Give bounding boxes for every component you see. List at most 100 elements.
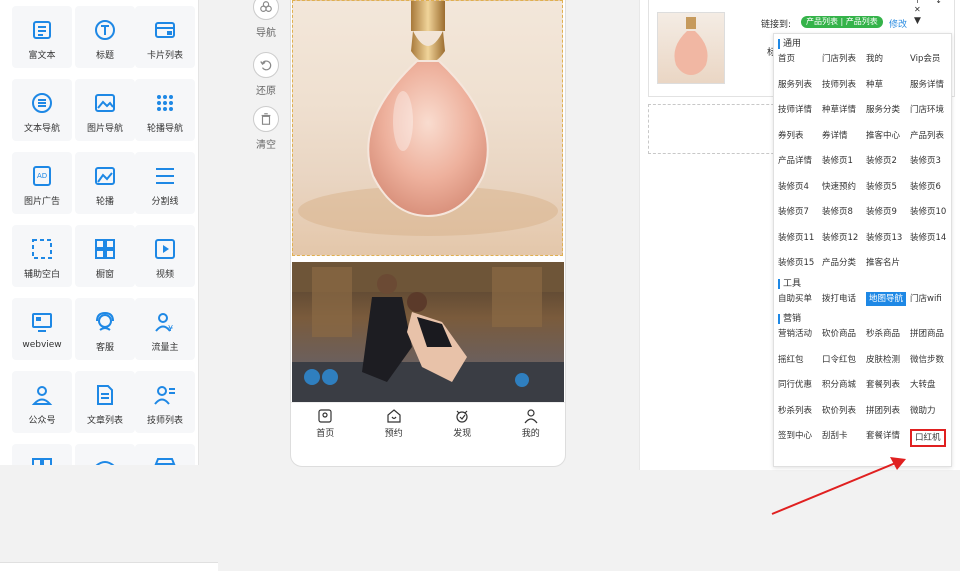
link-option[interactable]: 装修页1 <box>822 154 853 168</box>
link-option[interactable]: 拼团列表 <box>866 404 900 418</box>
widget-webview[interactable]: webview <box>12 298 72 360</box>
tab-label: 我的 <box>521 429 540 439</box>
link-option[interactable]: 券列表 <box>778 129 804 143</box>
link-option[interactable]: 摇红包 <box>778 353 804 367</box>
link-option[interactable]: 大转盘 <box>910 378 936 392</box>
link-option[interactable]: 装修页7 <box>778 205 809 219</box>
link-option[interactable]: 服务列表 <box>778 78 812 92</box>
link-option[interactable]: 技师列表 <box>822 78 856 92</box>
tab-label: 预约 <box>384 429 403 439</box>
chevron-down-icon[interactable]: ▼ <box>914 16 921 26</box>
link-option[interactable]: 首页 <box>778 52 795 66</box>
link-option[interactable]: 产品分类 <box>822 256 856 270</box>
widget-showcase[interactable]: 橱窗 <box>75 225 135 287</box>
link-option[interactable]: 技师详情 <box>778 103 812 117</box>
link-option[interactable]: 装修页14 <box>910 231 946 245</box>
link-option[interactable]: 拨打电话 <box>822 292 856 306</box>
widget-label: 标题 <box>95 51 114 61</box>
link-option[interactable]: 口红机 <box>910 429 946 447</box>
link-option[interactable]: 营销活动 <box>778 327 812 341</box>
link-option[interactable]: 秒杀列表 <box>778 404 812 418</box>
widget-carousel-nav[interactable]: 轮播导航 <box>135 79 195 141</box>
link-option[interactable]: 装修页3 <box>910 154 941 168</box>
link-option[interactable]: 装修页15 <box>778 256 814 270</box>
link-option[interactable]: 门店环境 <box>910 103 944 117</box>
link-option[interactable]: 积分商城 <box>822 378 856 392</box>
link-option[interactable]: 同行优惠 <box>778 378 812 392</box>
link-option[interactable]: 快速预约 <box>822 180 856 194</box>
link-option[interactable]: 装修页6 <box>910 180 941 194</box>
technician-list-icon <box>154 386 175 405</box>
link-option[interactable]: 装修页13 <box>866 231 902 245</box>
widget-video[interactable]: 视频 <box>135 225 195 287</box>
link-option[interactable]: 装修页4 <box>778 180 809 194</box>
link-option[interactable]: 推客名片 <box>866 256 900 270</box>
widget-carousel[interactable]: 轮播 <box>75 152 135 214</box>
link-to-label: 链接到: <box>761 20 792 30</box>
widget-technician-list[interactable]: 技师列表 <box>135 371 195 433</box>
link-option[interactable]: 装修页8 <box>822 205 853 219</box>
link-option[interactable]: 产品列表 <box>910 129 944 143</box>
nav-tool[interactable]: 导航 <box>252 0 280 39</box>
card-controls[interactable]: ↑ ↓ ✕ <box>914 0 954 14</box>
link-option[interactable]: 装修页11 <box>778 231 814 245</box>
tab-appointment[interactable]: 预约 <box>360 403 429 443</box>
widget-text-nav[interactable]: 文本导航 <box>12 79 72 141</box>
modify-link[interactable]: 修改 <box>889 17 907 30</box>
add-item-area[interactable] <box>648 104 784 154</box>
link-option[interactable]: 拼团商品 <box>910 327 944 341</box>
link-option[interactable]: 服务分类 <box>866 103 900 117</box>
link-option[interactable]: 装修页12 <box>822 231 858 245</box>
link-option[interactable]: 装修页2 <box>866 154 897 168</box>
perfume-banner-image[interactable] <box>292 0 563 256</box>
widget-rich-text[interactable]: 富文本 <box>12 6 72 68</box>
widget-image-nav[interactable]: 图片导航 <box>75 79 135 141</box>
fitness-photo[interactable] <box>292 262 564 402</box>
widget-customer-service[interactable]: 客服 <box>75 298 135 360</box>
widget-title[interactable]: 标题 <box>75 6 135 68</box>
clear-tool-label: 清空 <box>256 140 276 151</box>
tab-profile[interactable]: 我的 <box>497 403 566 443</box>
link-option[interactable]: 口令红包 <box>822 353 856 367</box>
link-option[interactable]: Vip会员 <box>910 52 940 66</box>
link-option[interactable]: 我的 <box>866 52 883 66</box>
link-option[interactable]: 皮肤检测 <box>866 353 900 367</box>
link-option[interactable]: 装修页10 <box>910 205 946 219</box>
link-option[interactable]: 微信步数 <box>910 353 944 367</box>
link-option[interactable]: 微助力 <box>910 404 936 418</box>
clear-tool[interactable]: 清空 <box>252 106 280 151</box>
link-option[interactable]: 种草 <box>866 78 883 92</box>
link-option[interactable]: 服务详情 <box>910 78 944 92</box>
widget-article-list[interactable]: 文章列表 <box>75 371 135 433</box>
link-option[interactable]: 门店列表 <box>822 52 856 66</box>
widget-blank-space[interactable]: 辅助空白 <box>12 225 72 287</box>
item-thumbnail[interactable] <box>657 12 725 84</box>
link-option[interactable]: 砍价列表 <box>822 404 856 418</box>
link-option[interactable]: 门店wifi <box>910 292 942 306</box>
text-nav-icon <box>32 93 52 113</box>
carousel-icon <box>95 167 115 185</box>
tab-home[interactable]: 首页 <box>291 403 360 443</box>
link-option[interactable]: 砍价商品 <box>822 327 856 341</box>
widget-shop-widget[interactable] <box>135 444 195 465</box>
widget-traffic-master[interactable]: ¥ 流量主 <box>135 298 195 360</box>
widget-store-widget[interactable] <box>75 444 135 465</box>
link-option[interactable]: 产品详情 <box>778 154 812 168</box>
undo-tool[interactable]: 还原 <box>252 52 280 97</box>
link-option[interactable]: 秒杀商品 <box>866 327 900 341</box>
tab-discover[interactable]: 发现 <box>428 403 497 443</box>
link-option[interactable]: 自助买单 <box>778 292 812 306</box>
link-option[interactable]: 券详情 <box>822 129 848 143</box>
widget-image-ad[interactable]: AD 图片广告 <box>12 152 72 214</box>
tab-label: 发现 <box>453 429 472 439</box>
widget-divider[interactable]: 分割线 <box>135 152 195 214</box>
link-option[interactable]: 装修页9 <box>866 205 897 219</box>
link-option[interactable]: 地图导航 <box>866 291 907 306</box>
widget-card-list[interactable]: 卡片列表 <box>135 6 195 68</box>
link-option[interactable]: 推客中心 <box>866 129 900 143</box>
widget-grid-widget[interactable] <box>12 444 72 465</box>
link-option[interactable]: 套餐列表 <box>866 378 900 392</box>
link-option[interactable]: 种草详情 <box>822 103 856 117</box>
widget-official-account[interactable]: 公众号 <box>12 371 72 433</box>
link-option[interactable]: 装修页5 <box>866 180 897 194</box>
